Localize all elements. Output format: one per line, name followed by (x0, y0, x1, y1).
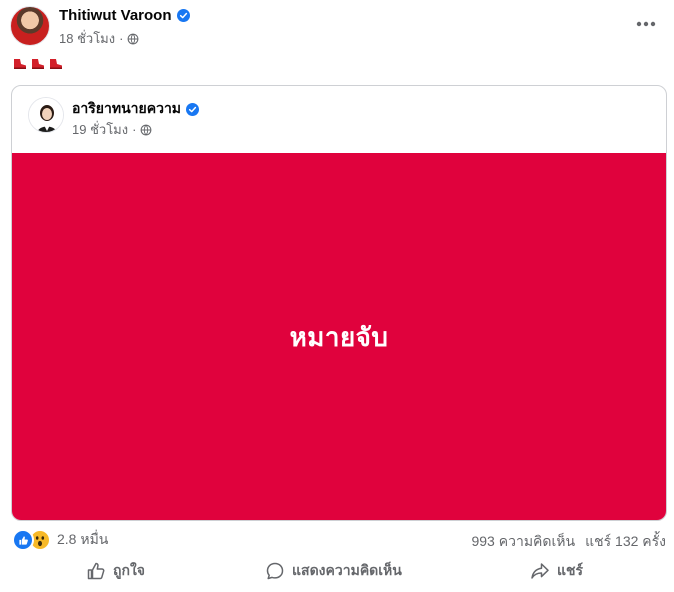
shared-timestamp[interactable]: 19 ชั่วโมง (72, 119, 128, 140)
post-caption (12, 56, 64, 70)
share-count[interactable]: แชร์ 132 ครั้ง (585, 531, 666, 553)
meta-separator: · (132, 122, 137, 137)
red-shoe-emoji (50, 59, 62, 69)
comment-label: แสดงความคิดเห็น (292, 562, 402, 578)
comment-count[interactable]: 993 ความคิดเห็น (471, 531, 575, 553)
shared-author-avatar[interactable] (28, 97, 64, 133)
thumbs-up-icon (87, 562, 105, 580)
like-button[interactable]: ถูกใจ (86, 556, 145, 586)
author-name[interactable]: Thitiwut Varoon (59, 7, 172, 24)
post-meta: 18 ชั่วโมง · (59, 28, 139, 49)
comment-button[interactable]: แสดงความคิดเห็น (265, 556, 402, 586)
verified-badge-icon (186, 102, 200, 116)
globe-icon (128, 33, 139, 44)
author-row: Thitiwut Varoon (59, 7, 190, 24)
post-timestamp[interactable]: 18 ชั่วโมง (59, 28, 115, 49)
feed-post: Thitiwut Varoon 18 ชั่วโมง · อาริยาทนายค… (0, 0, 674, 592)
share-label: แชร์ (557, 562, 584, 578)
shared-post-card[interactable]: อาริยาทนายความ 19 ชั่วโมง · หมายจับ (11, 85, 667, 521)
shared-author-name[interactable]: อาริยาทนายความ (72, 98, 181, 120)
post-action-bar: ถูกใจ แสดงความคิดเห็น แชร์ (0, 556, 674, 586)
globe-icon (141, 124, 152, 135)
engagement-stats: 993 ความคิดเห็น แชร์ 132 ครั้ง (471, 531, 666, 553)
shared-post-meta: 19 ชั่วโมง · (72, 119, 152, 140)
reaction-count[interactable]: 2.8 หมื่น (57, 529, 108, 551)
shared-author-row: อาริยาทนายความ (72, 98, 200, 120)
text-post-content: หมายจับ (289, 322, 389, 352)
red-shoe-emoji (14, 59, 26, 69)
share-icon (531, 563, 549, 579)
reactions-summary[interactable]: 2.8 หมื่น (12, 529, 108, 551)
text-post-background[interactable]: หมายจับ (12, 153, 666, 520)
reaction-icons (12, 529, 51, 551)
more-options-button[interactable] (634, 12, 658, 36)
share-button[interactable]: แชร์ (530, 556, 583, 586)
like-reaction-icon (12, 529, 34, 551)
author-avatar[interactable] (10, 6, 50, 46)
verified-badge-icon (176, 9, 190, 22)
meta-separator: · (119, 31, 124, 46)
red-shoe-emoji (32, 59, 44, 69)
more-options-icon (636, 21, 656, 27)
shared-avatar-portrait (29, 98, 63, 132)
like-label: ถูกใจ (113, 562, 145, 578)
comment-icon (266, 562, 284, 580)
